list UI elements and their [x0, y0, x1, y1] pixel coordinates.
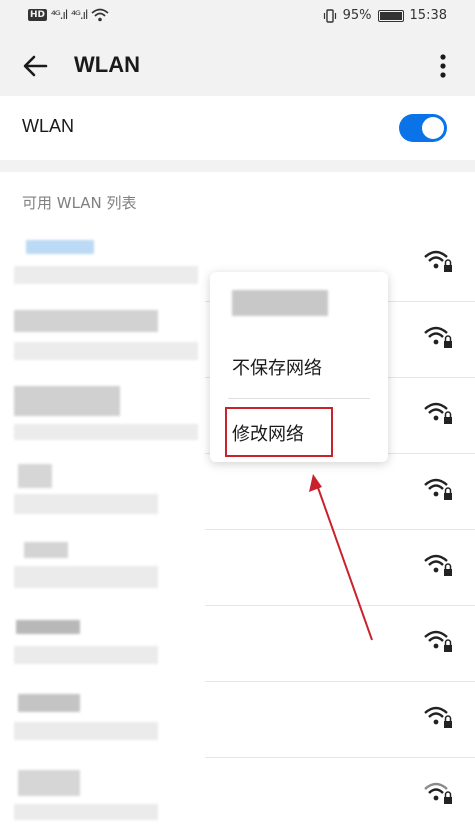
blurred-network-name [14, 310, 158, 332]
wifi-status-icon [91, 8, 109, 22]
status-right: 95% 15:38 [323, 8, 447, 23]
more-vertical-icon[interactable] [425, 48, 461, 84]
signal-2-icon: ⁴ᴳ.ıl [71, 8, 88, 22]
blurred-menu-network-name [232, 290, 328, 316]
available-networks-list: 可用 WLAN 列表 [0, 172, 475, 824]
wlan-toggle-label: WLAN [22, 116, 75, 136]
section-header: 可用 WLAN 列表 [22, 194, 137, 212]
clock: 15:38 [409, 8, 447, 23]
blurred-network-detail [14, 424, 198, 440]
blurred-network-name [14, 386, 120, 416]
network-item[interactable] [0, 454, 475, 530]
signal-1-icon: ⁴ᴳ.ıl [51, 8, 68, 22]
blurred-network-detail [14, 646, 158, 664]
blurred-network-detail [14, 342, 198, 360]
app-bar: WLAN [0, 34, 475, 96]
blurred-network-detail [14, 722, 158, 740]
battery-percent: 95% [342, 8, 372, 23]
wifi-locked-icon [424, 478, 452, 500]
blurred-network-name [18, 464, 52, 488]
menu-divider [228, 398, 370, 399]
menu-item-forget-network[interactable]: 不保存网络 [232, 354, 322, 380]
wifi-locked-icon [424, 554, 452, 576]
status-left: HD ⁴ᴳ.ıl ⁴ᴳ.ıl [28, 8, 109, 22]
blurred-network-name [16, 620, 80, 634]
page-title: WLAN [74, 52, 140, 77]
blurred-network-name [26, 240, 94, 254]
blurred-network-detail [14, 804, 158, 820]
wlan-toggle-row[interactable]: WLAN [0, 96, 475, 160]
hd-voice-icon: HD [28, 9, 48, 21]
status-bar: HD ⁴ᴳ.ıl ⁴ᴳ.ıl 95% 15:38 [0, 0, 475, 34]
wifi-locked-icon [424, 630, 452, 652]
blurred-network-name [18, 694, 80, 712]
blurred-network-detail [14, 266, 198, 284]
network-item[interactable] [0, 530, 475, 606]
blurred-network-detail [14, 494, 158, 514]
network-item[interactable] [0, 682, 475, 758]
arrow-left-icon[interactable] [18, 48, 54, 84]
wifi-locked-icon [424, 782, 452, 804]
blurred-network-name [24, 542, 68, 558]
battery-icon [377, 9, 404, 22]
wifi-locked-icon [424, 706, 452, 728]
annotation-highlight-box [225, 407, 333, 457]
wlan-switch[interactable] [399, 114, 447, 142]
wifi-locked-icon [424, 326, 452, 348]
wifi-locked-icon [424, 402, 452, 424]
vibrate-icon [323, 8, 336, 23]
switch-knob [422, 117, 444, 139]
network-item[interactable] [0, 758, 475, 824]
wifi-locked-icon [424, 250, 452, 272]
network-item[interactable] [0, 606, 475, 682]
blurred-network-name [18, 770, 80, 796]
blurred-network-detail [14, 566, 158, 588]
